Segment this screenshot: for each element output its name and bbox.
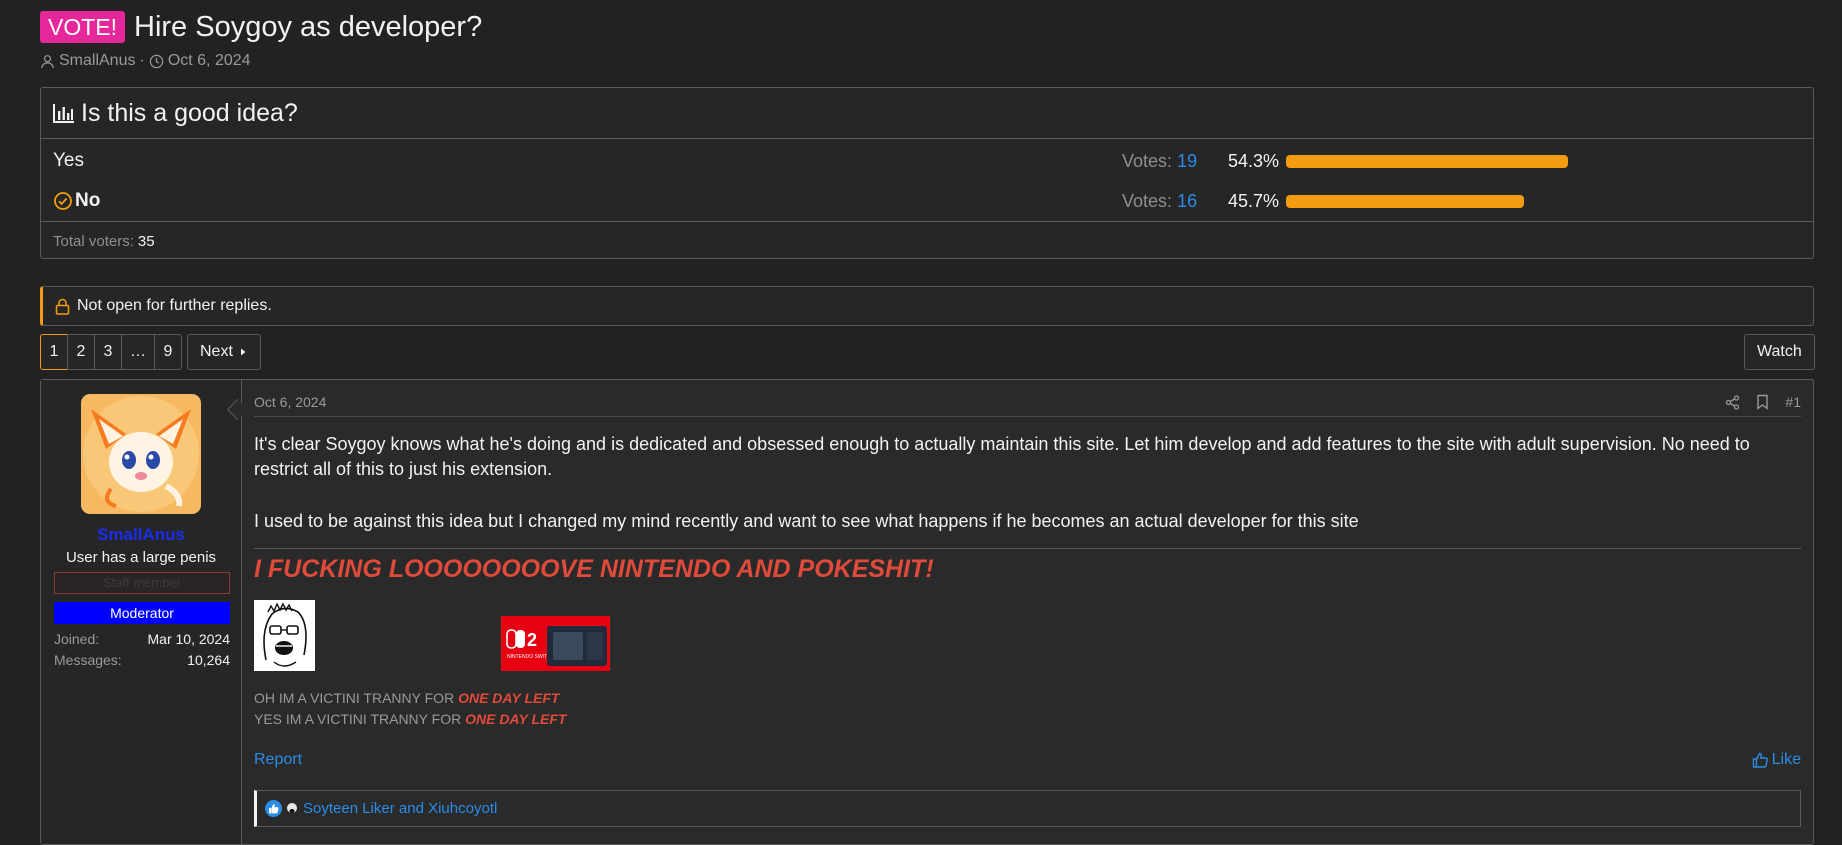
poll-option-label-wrap: No <box>53 190 100 212</box>
bookmark-icon[interactable] <box>1756 394 1769 410</box>
thread-prefix-badge[interactable]: VOTE! <box>40 11 126 43</box>
poll-votes-link[interactable]: 16 <box>1177 191 1197 211</box>
signature-line-1: OH IM A VICTINI TRANNY FOR ONE DAY LEFT <box>254 690 559 706</box>
signature-line-1-prefix: OH IM A VICTINI TRANNY FOR <box>254 690 459 706</box>
poll-option-percent: 45.7% <box>1228 190 1280 211</box>
svg-text:2: 2 <box>527 630 537 650</box>
soyjak-reaction-icon <box>284 800 300 817</box>
post-paragraph-1: It's clear Soygoy knows what he's doing … <box>254 434 1750 479</box>
page-link-1[interactable]: 1 <box>40 334 68 370</box>
victini-avatar-image <box>81 394 201 514</box>
poll-option-bar <box>1286 154 1568 168</box>
page-title: Hire Soygoy as developer? <box>134 10 483 43</box>
total-voters-label: Total voters: <box>53 232 134 250</box>
switch2-drawing: 2 NINTENDO SWITCH <box>501 616 610 671</box>
poll-option-label: Yes <box>53 150 84 171</box>
user-title: User has a large penis <box>65 549 217 566</box>
post-body: It's clear Soygoy knows what he's doing … <box>254 432 1801 534</box>
signature-divider <box>254 548 1801 549</box>
page-jump-ellipsis[interactable]: … <box>121 334 155 370</box>
lock-icon <box>55 298 70 315</box>
user-icon <box>41 54 54 68</box>
poll-option-votes: Votes: 16 <box>1122 191 1197 212</box>
poll-option-label: No <box>75 190 101 211</box>
post-message: SmallAnus User has a large penis Staff m… <box>40 379 1814 845</box>
poll-votes-link[interactable]: 19 <box>1177 151 1197 171</box>
message-content: Oct 6, 2024 #1 It's clear Soygoy knows w… <box>254 380 1801 844</box>
reactions-bar: Soyteen Liker and Xiuhcoyotl <box>254 790 1801 827</box>
poll-option-yes: Yes Votes: 19 54.3% <box>41 141 1813 181</box>
locked-notice: Not open for further replies. <box>40 286 1814 326</box>
thumbs-up-icon <box>1752 752 1768 768</box>
staff-banner: Staff member <box>54 572 230 594</box>
like-button[interactable]: Like <box>1752 751 1801 769</box>
moderator-banner: Moderator <box>54 602 230 624</box>
thread-date-link[interactable]: Oct 6, 2024 <box>168 52 251 70</box>
thread-meta: SmallAnus · Oct 6, 2024 <box>40 52 251 70</box>
poll-block: Is this a good idea? Yes Votes: 19 54.3%… <box>40 87 1814 259</box>
joined-value: Mar 10, 2024 <box>147 631 231 647</box>
joined-label: Joined: <box>54 631 100 647</box>
watch-button[interactable]: Watch <box>1744 334 1815 370</box>
user-joined-stat: Joined: Mar 10, 2024 <box>54 631 230 647</box>
post-date-link[interactable]: Oct 6, 2024 <box>254 394 326 410</box>
poll-option-bar <box>1286 194 1524 208</box>
poll-footer: Total voters: 35 <box>41 221 1813 260</box>
page-link-2[interactable]: 2 <box>67 334 95 370</box>
soyjak-image <box>254 600 315 671</box>
messages-value[interactable]: 10,264 <box>187 652 230 668</box>
next-page-label: Next <box>200 343 233 360</box>
post-number-link[interactable]: #1 <box>1785 394 1801 410</box>
votes-label: Votes: <box>1122 190 1173 211</box>
caret-right-icon <box>240 348 246 356</box>
next-page-button[interactable]: Next <box>187 334 261 370</box>
votes-label: Votes: <box>1122 150 1173 171</box>
like-reaction-icon <box>265 800 282 817</box>
report-link[interactable]: Report <box>254 751 302 769</box>
meta-separator: · <box>139 52 145 69</box>
thread-header: VOTE! Hire Soygoy as developer? <box>40 10 482 44</box>
signature-line-1-highlight: ONE DAY LEFT <box>458 690 560 706</box>
page-link-3[interactable]: 3 <box>94 334 122 370</box>
poll-header: Is this a good idea? <box>41 88 1813 139</box>
message-header: Oct 6, 2024 #1 <box>254 394 1801 417</box>
username-link[interactable]: SmallAnus <box>41 525 241 545</box>
poll-question: Is this a good idea? <box>81 98 298 127</box>
post-pointer-arrow <box>226 398 249 421</box>
signature-line-2-highlight: ONE DAY LEFT <box>465 711 567 727</box>
message-actions: #1 <box>1725 394 1801 410</box>
user-messages-stat: Messages: 10,264 <box>54 652 230 668</box>
signature-line-2-prefix: YES IM A VICTINI TRANNY FOR <box>254 711 466 727</box>
clock-icon <box>149 54 164 68</box>
avatar[interactable] <box>81 394 201 514</box>
share-icon[interactable] <box>1725 394 1740 410</box>
post-user-column: SmallAnus User has a large penis Staff m… <box>41 380 249 844</box>
soyjak-drawing <box>263 602 307 667</box>
thread-author-link[interactable]: SmallAnus <box>59 52 135 70</box>
reactions-users-link[interactable]: Soyteen Liker and Xiuhcoyotl <box>303 800 497 817</box>
pagination: 1 2 3 … 9 Next <box>40 334 261 370</box>
total-voters-count: 35 <box>137 232 155 250</box>
like-label: Like <box>1771 751 1801 768</box>
signature-line-2: YES IM A VICTINI TRANNY FOR ONE DAY LEFT <box>254 711 566 727</box>
poll-option-no: No Votes: 16 45.7% <box>41 181 1813 221</box>
bar-chart-icon <box>53 104 74 123</box>
messages-label: Messages: <box>54 652 122 668</box>
poll-option-votes: Votes: 19 <box>1122 151 1197 172</box>
signature-headline: I FUCKING LOOOOOOOOVE NINTENDO AND POKES… <box>254 555 934 583</box>
page-link-9[interactable]: 9 <box>154 334 182 370</box>
voted-check-icon <box>54 192 72 210</box>
locked-notice-text: Not open for further replies. <box>77 297 272 314</box>
switch2-image: 2 NINTENDO SWITCH <box>501 616 610 671</box>
poll-option-percent: 54.3% <box>1228 150 1280 171</box>
post-paragraph-2: I used to be against this idea but I cha… <box>254 511 1359 531</box>
